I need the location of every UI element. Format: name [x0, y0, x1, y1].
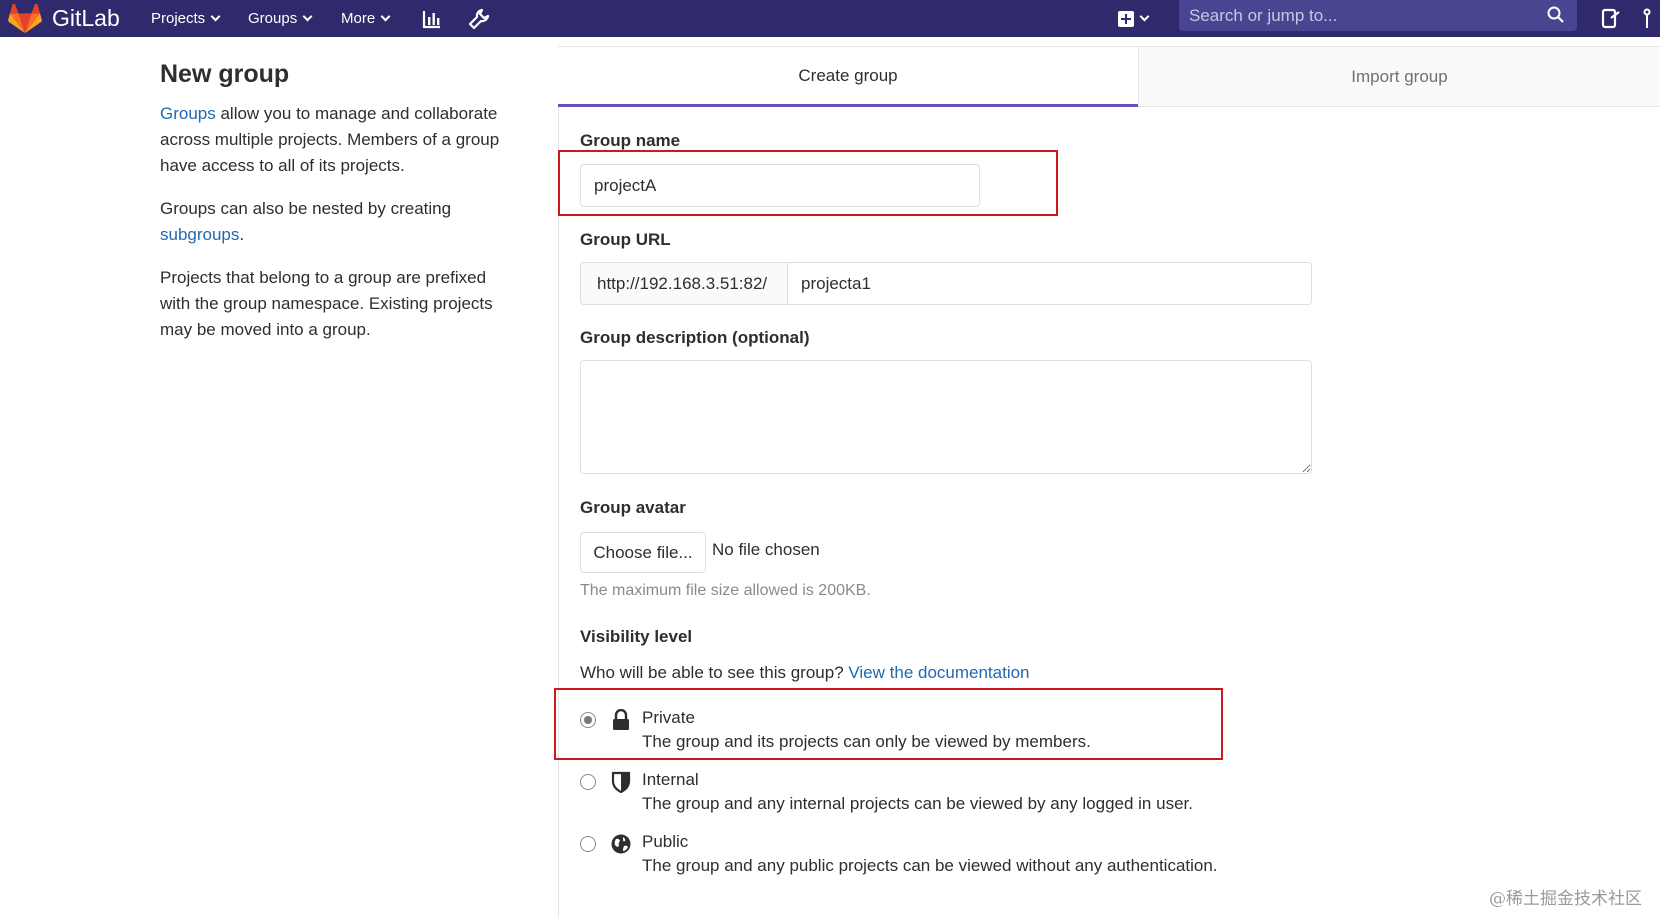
- no-file-text: No file chosen: [712, 540, 820, 559]
- info-subgroups-text: Groups can also be nested by creating: [160, 199, 452, 218]
- group-name-label: Group name: [580, 131, 681, 150]
- chart-icon: [422, 10, 440, 28]
- visibility-level-label: Visibility level: [580, 627, 693, 646]
- subgroups-help-link[interactable]: subgroups: [160, 225, 239, 244]
- shield-icon: [611, 771, 631, 793]
- info-paragraph-groups: Groups allow you to manage and collabora…: [160, 101, 520, 179]
- gitlab-logo[interactable]: [8, 0, 42, 37]
- nav-groups-menu[interactable]: Groups: [248, 0, 313, 37]
- highlight-private-option: [554, 688, 1223, 760]
- nav-more-menu[interactable]: More: [341, 0, 391, 37]
- new-group-info: New group Groups allow you to manage and…: [160, 60, 520, 360]
- group-avatar-label: Group avatar: [580, 498, 686, 517]
- chevron-down-icon: [302, 11, 313, 21]
- info-subgroups-end: .: [239, 225, 245, 244]
- nav-groups-label: Groups: [248, 10, 298, 27]
- visibility-question-text: Who will be able to see this group?: [580, 663, 849, 682]
- admin-area-button[interactable]: [468, 0, 490, 37]
- chevron-down-icon: [1139, 11, 1150, 21]
- gitlab-logo-icon: [8, 3, 42, 33]
- merge-request-icon: [1643, 8, 1651, 28]
- new-item-dropdown[interactable]: [1118, 0, 1150, 37]
- groups-help-link[interactable]: Groups: [160, 104, 216, 123]
- plus-square-icon: [1118, 10, 1134, 27]
- todos-button[interactable]: [1601, 0, 1621, 37]
- group-description-label: Group description (optional): [580, 328, 810, 347]
- visibility-radio-public[interactable]: [580, 836, 596, 852]
- nav-projects-menu[interactable]: Projects: [151, 0, 221, 37]
- brand-name[interactable]: GitLab: [52, 0, 120, 37]
- chevron-down-icon: [380, 11, 391, 21]
- group-url-label: Group URL: [580, 230, 671, 249]
- choose-file-button[interactable]: Choose file...: [580, 532, 706, 573]
- visibility-radio-internal[interactable]: [580, 774, 596, 790]
- group-url-prefix: http://192.168.3.51:82/: [580, 262, 788, 305]
- info-text: Groups allow you to manage and collabora…: [160, 101, 520, 343]
- group-tabs: Create group Import group: [558, 46, 1660, 107]
- activity-chart-button[interactable]: [422, 0, 442, 37]
- chevron-down-icon: [210, 11, 221, 21]
- merge-requests-button[interactable]: [1643, 0, 1657, 37]
- visibility-question: Who will be able to see this group? View…: [580, 663, 1030, 683]
- group-description-input[interactable]: [580, 360, 1312, 474]
- watermark: @稀土掘金技术社区: [1489, 889, 1642, 909]
- todo-icon: [1601, 8, 1620, 28]
- nav-more-label: More: [341, 10, 376, 27]
- nav-projects-label: Projects: [151, 10, 206, 27]
- avatar-size-help: The maximum file size allowed is 200KB.: [580, 582, 871, 599]
- info-paragraph-subgroups: Groups can also be nested by creating su…: [160, 196, 520, 248]
- visibility-desc-internal: The group and any internal projects can …: [642, 794, 1193, 813]
- visibility-docs-link[interactable]: View the documentation: [848, 663, 1029, 682]
- search-box[interactable]: [1179, 0, 1577, 31]
- highlight-group-name: [558, 150, 1058, 216]
- wrench-icon: [468, 8, 490, 29]
- tab-import-group[interactable]: Import group: [1138, 47, 1660, 107]
- search-input[interactable]: [1189, 5, 1529, 26]
- info-paragraph-namespace: Projects that belong to a group are pref…: [160, 268, 493, 339]
- page-title: New group: [160, 60, 290, 88]
- top-navbar: GitLab Projects Groups More: [0, 0, 1660, 37]
- globe-icon: [611, 834, 631, 854]
- tab-create-group[interactable]: Create group: [558, 47, 1138, 107]
- visibility-title-public: Public: [642, 832, 689, 851]
- group-path-input[interactable]: [787, 262, 1312, 305]
- visibility-title-internal: Internal: [642, 770, 699, 789]
- search-icon[interactable]: [1547, 6, 1565, 24]
- visibility-desc-public: The group and any public projects can be…: [642, 856, 1218, 875]
